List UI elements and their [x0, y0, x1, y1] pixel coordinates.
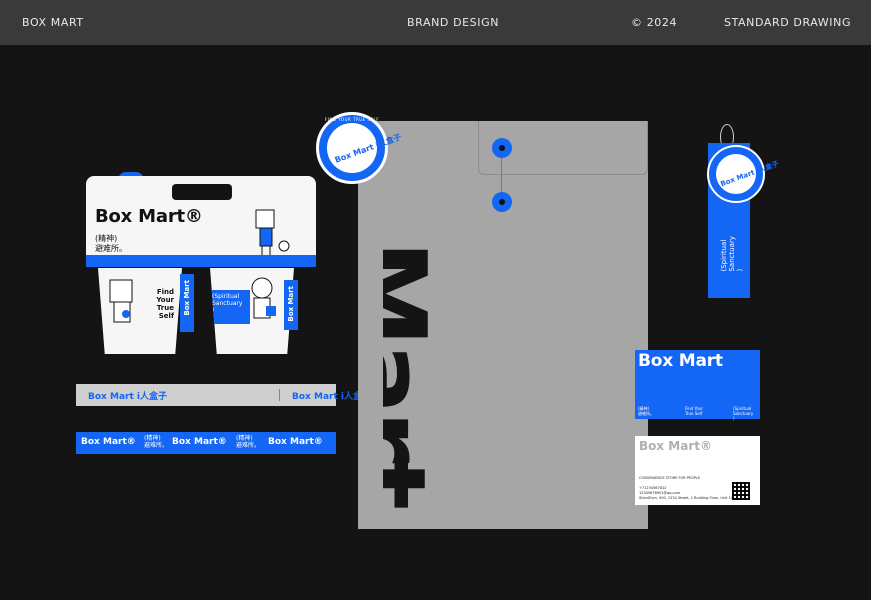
envelope-button-bottom: [492, 192, 512, 212]
tape-divider: [279, 389, 280, 401]
top-bar: BOX MART BRAND DESIGN © 2024 STANDARD DR…: [0, 0, 871, 45]
copyright-year: © 2024: [631, 16, 678, 29]
carrier-handle-slot: [172, 184, 232, 200]
cup-right: (Spiritual Sanctuary ): [210, 268, 294, 354]
carrier-logo: Box Mart®: [95, 206, 203, 227]
tape-blue-segment: Box Mart®: [172, 437, 227, 447]
business-card-back: Box Mart® CONVENIENCE STORE FOR PEOPLE +…: [635, 436, 760, 505]
tape-blue-cn: (精神) 避难所。: [236, 435, 261, 449]
box-mascot-icon: [255, 209, 290, 256]
envelope-wordmark: Mart: [383, 160, 473, 540]
cloud-mascot-icon: [251, 277, 276, 319]
brand-name: BOX MART: [22, 16, 84, 29]
tape-blue-cn: (精神) 避难所。: [144, 435, 169, 449]
cup-right-slogan: (Spiritual Sanctuary ): [212, 293, 243, 314]
box-mascot-icon: [109, 279, 133, 323]
cup-right-band-text: Box Mart: [287, 286, 295, 322]
envelope-button-top: [492, 138, 512, 158]
drawing-title: STANDARD DRAWING: [724, 16, 852, 29]
card-address: ShenZhen, 000, 1234 Street, 1 Building F…: [639, 496, 736, 500]
tag-vertical-text: (Spiritual Sanctuary ): [720, 236, 744, 272]
cup-left: Find Your True Self: [98, 268, 182, 354]
card-phone: +71234567812: [639, 486, 667, 490]
card-col-1: (精神) 避难所。: [638, 406, 654, 416]
card-col-2: Find Your True Self: [685, 406, 704, 416]
tape-blue-segment: Box Mart®: [268, 437, 323, 447]
tape-blue-segment: Box Mart®: [81, 437, 136, 447]
tape-blue: Box Mart® (精神) 避难所。 Box Mart® (精神) 避难所。 …: [76, 432, 336, 454]
tag-badge: Box Mart i人盒子: [707, 145, 780, 203]
card-logo: Box Mart®: [639, 439, 713, 453]
tape-gray-segment: Box Mart i人盒子: [88, 392, 167, 402]
carrier-stripe: [86, 255, 316, 267]
envelope-big-text: Mart: [383, 239, 449, 506]
card-email: 12345678901@qq.com: [639, 491, 681, 495]
card-logo: Box Mart: [638, 351, 723, 371]
tape-gray: Box Mart i人盒子 Box Mart i人盒子: [76, 384, 371, 406]
cup-left-band-text: Box Mart: [183, 280, 191, 316]
card-subtitle: CONVENIENCE STORE FOR PEOPLE: [639, 476, 701, 480]
cup-left-slogan: Find Your True Self: [156, 288, 174, 320]
sticker-ring-text: FIND YOUR TRUE SELF: [324, 117, 380, 122]
round-sticker: FIND YOUR TRUE SELF Box Mart i人盒子: [316, 112, 403, 184]
business-card-front: Box Mart (精神) 避难所。 Find Your True Self (…: [635, 350, 760, 421]
carrier-tagline: (精神) 避难所。: [95, 234, 127, 253]
envelope-string: [501, 157, 502, 193]
qr-code-icon: [732, 482, 750, 500]
card-col-3: (Spiritual Sanctuary ): [733, 406, 754, 421]
section-title: BRAND DESIGN: [407, 16, 500, 29]
